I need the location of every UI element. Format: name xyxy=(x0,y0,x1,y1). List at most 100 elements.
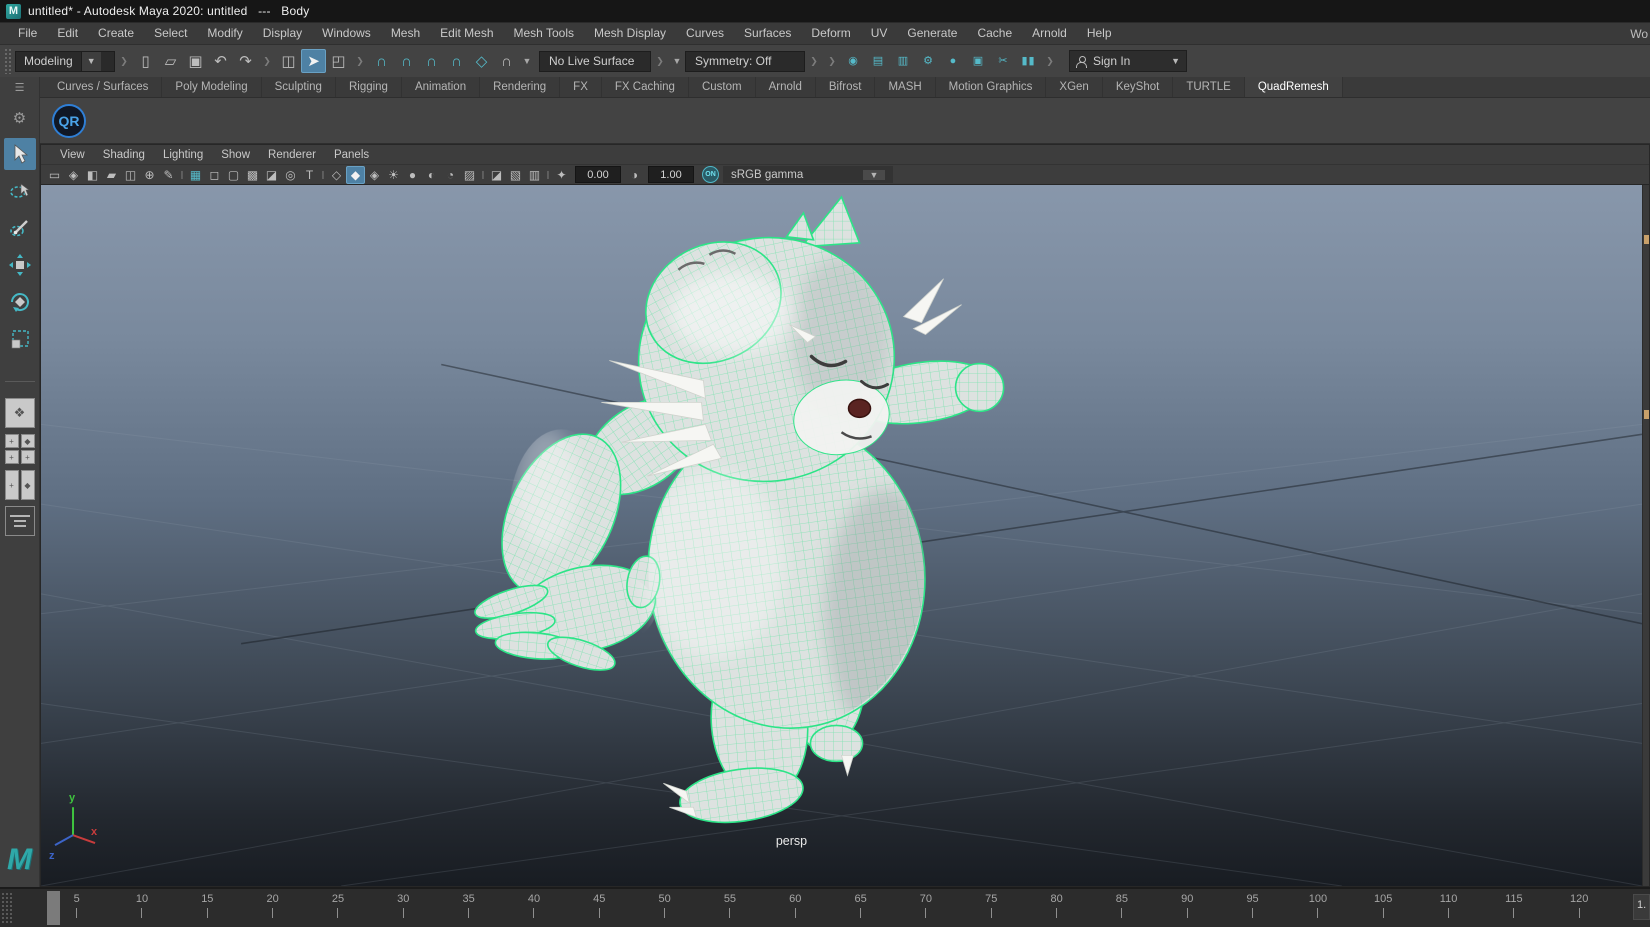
menu-item[interactable]: File xyxy=(8,23,47,44)
group-divider[interactable] xyxy=(826,49,838,73)
menu-item[interactable]: Generate xyxy=(897,23,967,44)
wireframe-mode-icon[interactable]: ◇ xyxy=(327,166,346,184)
shelf-tab[interactable]: Custom xyxy=(689,77,756,97)
gamma-icon[interactable]: ◑ xyxy=(625,166,644,184)
open-scene-icon[interactable]: ▱ xyxy=(158,49,183,73)
group-divider[interactable] xyxy=(354,49,366,73)
camera-attributes-icon[interactable]: ◧ xyxy=(83,166,102,184)
select-tool-button[interactable] xyxy=(3,138,36,170)
greasepencil-icon[interactable]: ✎ xyxy=(159,166,178,184)
two-d-pan-zoom-icon[interactable]: ⊕ xyxy=(140,166,159,184)
shelf-tab[interactable]: Bifrost xyxy=(816,77,876,97)
menu-item[interactable]: Cache xyxy=(967,23,1022,44)
multisample-icon[interactable]: ▨ xyxy=(460,166,479,184)
statusline-grip[interactable] xyxy=(4,48,13,74)
shaded-mode-icon[interactable]: ◆ xyxy=(346,165,365,184)
undo-icon[interactable]: ↶ xyxy=(208,49,233,73)
shelf-tab[interactable]: FX Caching xyxy=(602,77,689,97)
lock-camera-icon[interactable]: ◈ xyxy=(64,166,83,184)
shadows-icon[interactable]: ● xyxy=(403,166,422,184)
new-scene-icon[interactable]: ▯ xyxy=(133,49,158,73)
menu-item[interactable]: Surfaces xyxy=(734,23,801,44)
viewport-3d[interactable]: y x z persp xyxy=(41,185,1642,886)
menu-item[interactable]: Select xyxy=(144,23,197,44)
group-divider[interactable] xyxy=(1044,49,1056,73)
shelf-menu-icon[interactable]: ☰ xyxy=(15,81,25,95)
panel-menu-item[interactable]: View xyxy=(51,149,94,161)
grid-icon[interactable]: ▦ xyxy=(186,166,205,184)
sign-in-dropdown[interactable]: Sign In ▼ xyxy=(1069,50,1187,72)
render-view-icon[interactable]: ◉ xyxy=(841,49,866,73)
snap-to-projected-center-icon[interactable]: ∩ xyxy=(444,49,469,73)
chevron-down-icon[interactable]: ▼ xyxy=(669,51,685,72)
menu-item[interactable]: Edit xyxy=(47,23,88,44)
joints-xray-icon[interactable]: ▥ xyxy=(525,166,544,184)
hypershade-icon[interactable]: ● xyxy=(941,49,966,73)
chevron-down-icon[interactable]: ▼ xyxy=(80,51,101,71)
paint-select-tool-button[interactable] xyxy=(4,212,36,244)
menu-item[interactable]: Deform xyxy=(801,23,860,44)
panel-menu-item[interactable]: Shading xyxy=(94,149,154,161)
panel-menu-item[interactable]: Renderer xyxy=(259,149,325,161)
symmetry-field[interactable]: Symmetry: Off xyxy=(685,50,805,72)
field-chart-icon[interactable]: ◪ xyxy=(262,166,281,184)
scale-tool-button[interactable] xyxy=(4,323,36,355)
select-by-component-icon[interactable]: ◰ xyxy=(326,49,351,73)
safe-action-icon[interactable]: ◎ xyxy=(281,166,300,184)
shelf-tab[interactable]: Motion Graphics xyxy=(936,77,1047,97)
outliner-layout-button[interactable] xyxy=(4,506,35,536)
current-frame-field[interactable]: 1. xyxy=(1633,894,1650,920)
chevron-down-icon[interactable]: ▼ xyxy=(519,51,535,72)
safe-title-icon[interactable]: T xyxy=(300,166,319,184)
pause-icon[interactable]: ▮▮ xyxy=(1016,49,1041,73)
shelf-tab[interactable]: Poly Modeling xyxy=(162,77,262,97)
snap-to-view-plane-icon[interactable]: ∩ xyxy=(494,49,519,73)
occlusion-icon[interactable]: ◐ xyxy=(422,166,441,184)
render-current-frame-icon[interactable]: ▤ xyxy=(866,49,891,73)
exposure-icon[interactable]: ✦ xyxy=(552,166,571,184)
shelf-tab[interactable]: KeyShot xyxy=(1103,77,1174,97)
snap-to-point-icon[interactable]: ∩ xyxy=(419,49,444,73)
shelf-tab[interactable]: Curves / Surfaces xyxy=(44,77,163,97)
menu-item[interactable]: Edit Mesh xyxy=(430,23,503,44)
current-frame-indicator[interactable] xyxy=(47,891,60,925)
group-divider[interactable] xyxy=(118,49,130,73)
exposure-field[interactable]: 0.00 xyxy=(575,166,621,183)
lasso-tool-button[interactable] xyxy=(4,175,36,207)
shelf-tab[interactable]: Arnold xyxy=(756,77,816,97)
motion-blur-icon[interactable]: ◔ xyxy=(441,166,460,184)
rotate-tool-button[interactable] xyxy=(4,286,36,318)
gamma-field[interactable]: 1.00 xyxy=(648,166,694,183)
menu-item[interactable]: Help xyxy=(1077,23,1122,44)
four-pane-layout-button[interactable]: + ◆ + + xyxy=(4,434,35,464)
shelf-tab[interactable]: FX xyxy=(560,77,602,97)
save-scene-icon[interactable]: ▣ xyxy=(183,49,208,73)
quad-remesh-shelf-button[interactable]: QR xyxy=(52,103,86,138)
menu-item[interactable]: UV xyxy=(861,23,898,44)
menu-item[interactable]: Create xyxy=(88,23,144,44)
timeslider-grip[interactable] xyxy=(1,892,13,924)
shelf-tab[interactable]: TURTLE xyxy=(1173,77,1245,97)
view-transform-dropdown[interactable]: sRGB gamma ▼ xyxy=(723,166,893,183)
two-pane-layout-button[interactable]: + ◆ xyxy=(4,470,35,500)
image-plane-icon[interactable]: ◫ xyxy=(121,166,140,184)
isolate-select-icon[interactable]: ◪ xyxy=(487,166,506,184)
gate-mask-icon[interactable]: ▩ xyxy=(243,166,262,184)
render-settings-icon[interactable]: ⚙ xyxy=(916,49,941,73)
panel-menu-item[interactable]: Show xyxy=(212,149,259,161)
menu-item[interactable]: Curves xyxy=(676,23,734,44)
group-divider[interactable] xyxy=(808,49,820,73)
snap-to-grid-icon[interactable]: ∩ xyxy=(369,49,394,73)
menu-set-dropdown[interactable]: Modeling ▼ xyxy=(15,50,115,72)
frame-ruler[interactable]: 5 10 15 20 25 30 35 40 45 50 55 60 65 70… xyxy=(14,889,1630,927)
shelf-tab[interactable]: QuadRemesh xyxy=(1244,77,1343,97)
menu-item[interactable]: Mesh Tools xyxy=(504,23,584,44)
menu-item[interactable]: Display xyxy=(253,23,312,44)
redo-icon[interactable]: ↷ xyxy=(233,49,258,73)
ipr-render-icon[interactable]: ▥ xyxy=(891,49,916,73)
dock-tab-icon[interactable] xyxy=(1644,410,1649,419)
dock-tab-icon[interactable] xyxy=(1644,235,1649,244)
use-all-lights-icon[interactable]: ☀ xyxy=(384,166,403,184)
shelf-tab[interactable]: Rigging xyxy=(336,77,402,97)
single-pane-layout-button[interactable]: ❖ xyxy=(4,398,35,428)
